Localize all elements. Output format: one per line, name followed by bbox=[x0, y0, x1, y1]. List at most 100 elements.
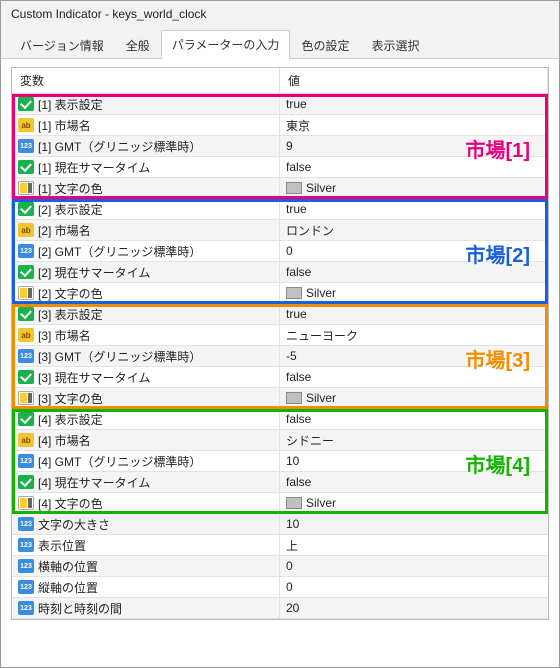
color-icon bbox=[18, 391, 34, 405]
parameter-value-cell[interactable]: true bbox=[280, 199, 548, 219]
parameter-row[interactable]: [4] GMT（グリニッジ標準時）10 bbox=[12, 451, 548, 472]
string-icon bbox=[18, 118, 34, 132]
tab-version[interactable]: バージョン情報 bbox=[9, 31, 115, 59]
parameter-value-cell[interactable]: false bbox=[280, 262, 548, 282]
parameter-row[interactable]: [2] 現在サマータイム false bbox=[12, 262, 548, 283]
parameter-row[interactable]: [3] GMT（グリニッジ標準時） -5 bbox=[12, 346, 548, 367]
parameter-row[interactable]: [1] 現在サマータイムfalse bbox=[12, 157, 548, 178]
parameter-row[interactable]: [2] 文字の色Silver bbox=[12, 283, 548, 304]
parameter-value-cell[interactable]: true bbox=[280, 304, 548, 324]
parameter-row[interactable]: 縦軸の位置0 bbox=[12, 577, 548, 598]
color-swatch bbox=[286, 497, 302, 509]
parameter-row[interactable]: [4] 現在サマータイムfalse bbox=[12, 472, 548, 493]
parameter-row[interactable]: [2] GMT（グリニッジ標準時） 0 bbox=[12, 241, 548, 262]
parameter-value: 0 bbox=[286, 559, 293, 573]
parameter-value: false bbox=[286, 370, 311, 384]
tab-display[interactable]: 表示選択 bbox=[360, 31, 430, 59]
parameter-value: 20 bbox=[286, 601, 299, 615]
parameter-row[interactable]: [2] 表示設定true bbox=[12, 199, 548, 220]
bool-icon bbox=[18, 97, 34, 111]
parameter-value-cell[interactable]: ニューヨーク bbox=[280, 325, 548, 345]
parameter-name-cell: [2] 表示設定 bbox=[12, 199, 280, 219]
parameter-name: [3] 文字の色 bbox=[38, 390, 103, 407]
tab-general[interactable]: 全般 bbox=[115, 31, 161, 59]
parameter-row[interactable]: [2] 市場名 ロンドン bbox=[12, 220, 548, 241]
parameter-row[interactable]: 表示位置 上 bbox=[12, 535, 548, 556]
parameter-value-cell[interactable]: true bbox=[280, 94, 548, 114]
parameter-row[interactable]: [1] 文字の色Silver bbox=[12, 178, 548, 199]
int-icon bbox=[18, 454, 34, 468]
parameter-value-cell[interactable]: 東京 bbox=[280, 115, 548, 135]
tab-parameters[interactable]: パラメーターの入力 bbox=[161, 30, 291, 59]
parameter-value-cell[interactable]: 0 bbox=[280, 556, 548, 576]
parameter-name-cell: [4] 文字の色 bbox=[12, 493, 280, 513]
parameter-name: [2] 現在サマータイム bbox=[38, 264, 150, 281]
parameter-value-cell[interactable]: false bbox=[280, 409, 548, 429]
parameter-row[interactable]: [1] 表示設定true bbox=[12, 94, 548, 115]
parameter-value-cell[interactable]: 10 bbox=[280, 514, 548, 534]
parameter-name-cell: [1] 文字の色 bbox=[12, 178, 280, 198]
parameter-row[interactable]: 時刻と時刻の間20 bbox=[12, 598, 548, 619]
parameter-value-cell[interactable]: 9 bbox=[280, 136, 548, 156]
parameter-name-cell: 表示位置 bbox=[12, 535, 280, 555]
parameter-name: [3] 市場名 bbox=[38, 327, 91, 344]
parameter-name: 横軸の位置 bbox=[38, 558, 98, 575]
parameter-name: [2] 市場名 bbox=[38, 222, 91, 239]
parameter-value-cell[interactable]: Silver bbox=[280, 178, 548, 198]
parameter-value-cell[interactable]: false bbox=[280, 367, 548, 387]
parameter-name: [3] GMT（グリニッジ標準時） bbox=[38, 348, 201, 365]
tab-colors[interactable]: 色の設定 bbox=[290, 31, 360, 59]
parameter-row[interactable]: [4] 文字の色 Silver bbox=[12, 493, 548, 514]
parameter-row[interactable]: 文字の大きさ10 bbox=[12, 514, 548, 535]
parameter-name-cell: [3] GMT（グリニッジ標準時） bbox=[12, 346, 280, 366]
parameter-value-cell[interactable]: 上 bbox=[280, 535, 548, 555]
parameter-value-cell[interactable]: シドニー bbox=[280, 430, 548, 450]
parameter-row[interactable]: [3] 市場名 ニューヨーク bbox=[12, 325, 548, 346]
parameter-name-cell: [3] 現在サマータイム bbox=[12, 367, 280, 387]
parameter-name: 表示位置 bbox=[38, 537, 86, 554]
dialog-window: Custom Indicator - keys_world_clock バージョ… bbox=[0, 0, 560, 668]
color-icon bbox=[18, 496, 34, 510]
parameter-name: [2] GMT（グリニッジ標準時） bbox=[38, 243, 201, 260]
parameter-value: Silver bbox=[306, 286, 336, 300]
parameter-name-cell: [4] GMT（グリニッジ標準時） bbox=[12, 451, 280, 471]
int-icon bbox=[18, 244, 34, 258]
column-header-value[interactable]: 値 bbox=[280, 68, 548, 93]
parameter-row[interactable]: [3] 現在サマータイム false bbox=[12, 367, 548, 388]
parameter-value: true bbox=[286, 307, 307, 321]
parameter-value-cell[interactable]: 0 bbox=[280, 241, 548, 261]
tab-strip: バージョン情報 全般 パラメーターの入力 色の設定 表示選択 bbox=[1, 29, 559, 59]
parameter-value: false bbox=[286, 265, 311, 279]
column-header-variable[interactable]: 変数 bbox=[12, 68, 280, 93]
parameter-row[interactable]: [4] 市場名シドニー bbox=[12, 430, 548, 451]
parameter-name-cell: [1] 市場名 bbox=[12, 115, 280, 135]
parameter-value-cell[interactable]: ロンドン bbox=[280, 220, 548, 240]
parameter-name-cell: [4] 市場名 bbox=[12, 430, 280, 450]
bool-icon bbox=[18, 265, 34, 279]
parameter-value-cell[interactable]: 0 bbox=[280, 577, 548, 597]
parameter-value-cell[interactable]: 10 bbox=[280, 451, 548, 471]
parameter-row[interactable]: [1] GMT（グリニッジ標準時）9 bbox=[12, 136, 548, 157]
parameter-value-cell[interactable]: Silver bbox=[280, 283, 548, 303]
grid-header: 変数 値 bbox=[12, 68, 548, 94]
parameter-name: [3] 現在サマータイム bbox=[38, 369, 150, 386]
parameter-value-cell[interactable]: false bbox=[280, 472, 548, 492]
parameter-value-cell[interactable]: 20 bbox=[280, 598, 548, 618]
parameter-value-cell[interactable]: Silver bbox=[280, 493, 548, 513]
parameter-value: 10 bbox=[286, 517, 299, 531]
parameter-name-cell: [3] 文字の色 bbox=[12, 388, 280, 408]
parameter-value-cell[interactable]: false bbox=[280, 157, 548, 177]
tab-content: 変数 値 [1] 表示設定true[1] 市場名東京[1] GMT（グリニッジ標… bbox=[1, 59, 559, 667]
parameter-row[interactable]: [3] 表示設定true bbox=[12, 304, 548, 325]
parameter-value-cell[interactable]: -5 bbox=[280, 346, 548, 366]
parameter-name-cell: [1] GMT（グリニッジ標準時） bbox=[12, 136, 280, 156]
parameter-row[interactable]: [4] 表示設定false bbox=[12, 409, 548, 430]
parameter-value: false bbox=[286, 160, 311, 174]
parameter-name: [4] 文字の色 bbox=[38, 495, 103, 512]
parameter-value-cell[interactable]: Silver bbox=[280, 388, 548, 408]
parameter-row[interactable]: [3] 文字の色 Silver bbox=[12, 388, 548, 409]
parameter-row[interactable]: [1] 市場名東京 bbox=[12, 115, 548, 136]
parameter-value: ロンドン bbox=[286, 222, 334, 239]
int-icon bbox=[18, 517, 34, 531]
parameter-row[interactable]: 横軸の位置 0 bbox=[12, 556, 548, 577]
